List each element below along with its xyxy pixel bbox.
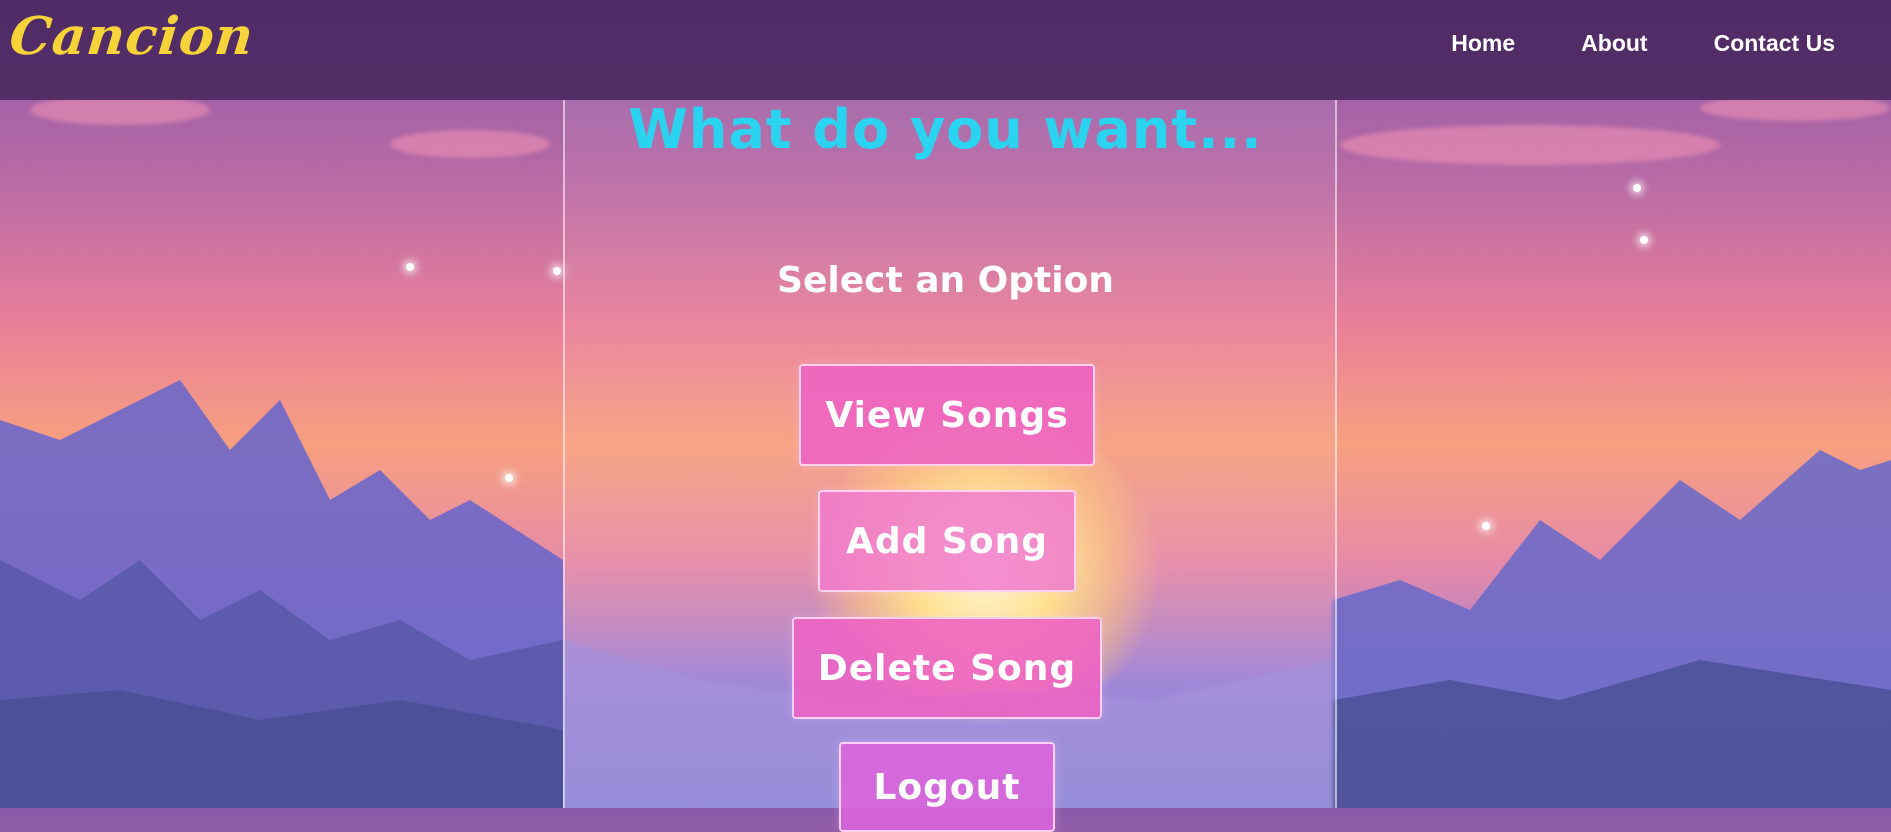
page-headline: What do you want... [628, 98, 1263, 161]
nav-contact-link[interactable]: Contact Us [1714, 30, 1835, 57]
nav-about-link[interactable]: About [1581, 30, 1647, 57]
brand-logo[interactable]: Cancion [7, 6, 257, 67]
nav-home-link[interactable]: Home [1451, 30, 1515, 57]
logout-button[interactable]: Logout [839, 742, 1055, 832]
top-navbar: Cancion Home About Contact Us [0, 0, 1891, 100]
main-nav: Home About Contact Us [1451, 30, 1835, 57]
delete-song-button[interactable]: Delete Song [792, 617, 1102, 719]
select-option-heading: Select an Option [777, 260, 1114, 301]
view-songs-button[interactable]: View Songs [799, 364, 1095, 466]
add-song-button[interactable]: Add Song [818, 490, 1076, 592]
